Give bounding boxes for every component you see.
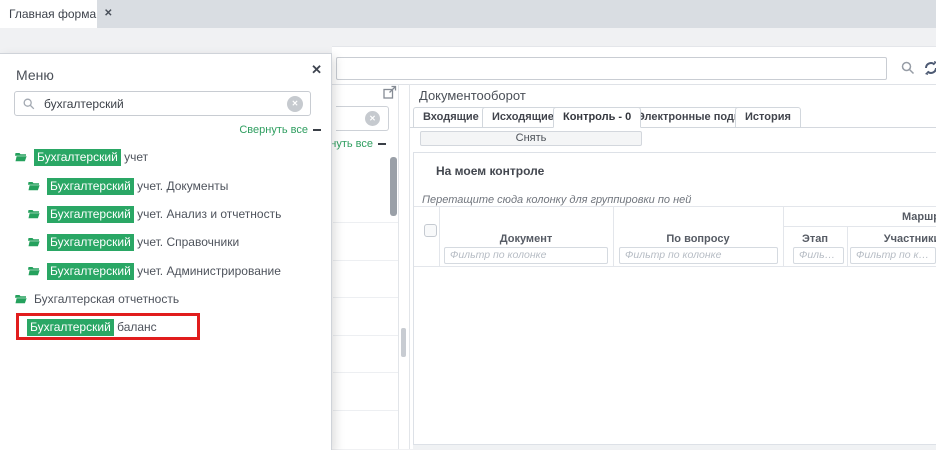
search-match-highlight: Бухгалтерский bbox=[34, 149, 121, 166]
folder-icon bbox=[28, 181, 40, 191]
menu-popup-title: Меню bbox=[16, 67, 54, 83]
list-row-divider bbox=[333, 410, 398, 411]
filter-placeholder: Фильтр по колонке bbox=[625, 249, 772, 262]
menu-item-label: учет. Администрирование bbox=[137, 264, 281, 278]
column-header-etap[interactable]: Этап bbox=[783, 233, 847, 245]
tab-istoriya[interactable]: История bbox=[735, 107, 801, 128]
gutter-scrollbar-thumb[interactable] bbox=[401, 328, 406, 357]
filter-input-po-voprosu[interactable]: Фильтр по колонке bbox=[619, 247, 778, 264]
expand-panel-icon[interactable] bbox=[383, 85, 397, 99]
tab-kontrol[interactable]: Контроль - 0 bbox=[553, 107, 641, 128]
remove-control-button[interactable]: Снять bbox=[420, 131, 642, 146]
collapse-minus-icon bbox=[378, 143, 386, 145]
select-all-checkbox[interactable] bbox=[424, 224, 437, 237]
search-icon[interactable] bbox=[900, 60, 916, 76]
collapse-minus-icon bbox=[313, 129, 321, 131]
filter-placeholder: Фильтр по колонке bbox=[856, 249, 930, 262]
search-match-highlight: Бухгалтерский bbox=[47, 263, 134, 280]
window-tab-bar: Главная форма ✕ bbox=[0, 0, 936, 28]
tab-glavnaya-forma[interactable]: Главная форма ✕ bbox=[0, 0, 97, 28]
left-panel-right-border bbox=[398, 84, 399, 449]
folder-icon bbox=[28, 266, 40, 276]
search-match-highlight: Бухгалтерский bbox=[47, 234, 134, 251]
menu-item-label: учет bbox=[124, 150, 148, 164]
bottom-edge bbox=[413, 445, 936, 449]
menu-item-label: Бухгалтерская отчетность bbox=[34, 292, 179, 306]
search-match-highlight: Бухгалтерский bbox=[47, 206, 134, 223]
left-panel-search-clear-icon[interactable]: ✕ bbox=[365, 111, 380, 126]
collapse-all-label: Свернуть все bbox=[239, 124, 308, 136]
menu-item-buhgalterskiy-balans[interactable]: Бухгалтерский баланс bbox=[16, 313, 200, 340]
control-content-panel: На моем контроле Перетащите сюда колонку… bbox=[413, 152, 936, 445]
menu-search-input[interactable]: бухгалтерский ✕ bbox=[14, 91, 311, 116]
filter-placeholder: Фильтр по колонке bbox=[450, 249, 602, 262]
tab-label: Главная форма bbox=[9, 7, 96, 21]
section-title: На моем контроле bbox=[436, 164, 544, 178]
filter-input-dokument[interactable]: Фильтр по колонке bbox=[444, 247, 608, 264]
menu-item-label: учет. Справочники bbox=[137, 235, 239, 249]
menu-item-buh-uchet[interactable]: Бухгалтерский учет bbox=[15, 148, 148, 166]
list-row-divider bbox=[333, 260, 398, 261]
list-row-divider bbox=[333, 372, 398, 373]
menu-item-buh-uchet-analiz[interactable]: Бухгалтерский учет. Анализ и отчетность bbox=[28, 205, 281, 223]
column-header-po-voprosu[interactable]: По вопросу bbox=[613, 233, 783, 245]
menu-item-buh-uchet-spravochniki[interactable]: Бухгалтерский учет. Справочники bbox=[28, 233, 239, 251]
folder-icon bbox=[28, 209, 40, 219]
folder-icon bbox=[15, 294, 27, 304]
group-header-marshrut[interactable]: Маршрут bbox=[902, 211, 936, 223]
menu-item-buh-otchetnost[interactable]: Бухгалтерская отчетность bbox=[15, 290, 179, 308]
menu-search-clear-icon[interactable]: ✕ bbox=[287, 96, 303, 112]
left-panel-search-input[interactable] bbox=[336, 106, 389, 131]
folder-icon bbox=[28, 237, 40, 247]
menu-popup: Меню ✕ бухгалтерский ✕ Свернуть все Бухг… bbox=[0, 53, 332, 450]
tab-close-icon[interactable]: ✕ bbox=[104, 9, 112, 19]
menu-collapse-all-link[interactable]: Свернуть все bbox=[239, 124, 321, 136]
menu-item-label: учет. Анализ и отчетность bbox=[137, 207, 281, 221]
doc-panel-left-border bbox=[409, 84, 410, 449]
header-bottom-border bbox=[414, 266, 936, 267]
menu-item-buh-uchet-administrirovanie[interactable]: Бухгалтерский учет. Администрирование bbox=[28, 262, 281, 280]
doc-panel-title: Документооборот bbox=[419, 88, 526, 103]
close-icon[interactable]: ✕ bbox=[311, 62, 322, 78]
column-header-uchastniki[interactable]: Участники bbox=[847, 233, 936, 245]
menu-item-label: учет. Документы bbox=[137, 179, 228, 193]
list-row-divider bbox=[333, 335, 398, 336]
search-icon bbox=[22, 97, 36, 111]
menu-item-label: баланс bbox=[117, 320, 157, 334]
sync-settings-icon[interactable] bbox=[922, 59, 936, 77]
table-top-border bbox=[414, 206, 936, 207]
filter-input-uchastniki[interactable]: Фильтр по колонке bbox=[850, 247, 936, 264]
filter-input-etap[interactable]: Фильтр по колонке bbox=[793, 247, 844, 264]
menu-search-value: бухгалтерский bbox=[44, 97, 279, 111]
list-row-divider bbox=[333, 297, 398, 298]
group-header-border bbox=[783, 226, 936, 227]
folder-icon bbox=[15, 152, 27, 162]
list-row-divider bbox=[333, 222, 398, 223]
global-search-input[interactable] bbox=[336, 57, 887, 80]
filter-placeholder: Фильтр по колонке bbox=[799, 249, 838, 262]
column-header-dokument[interactable]: Документ bbox=[439, 233, 613, 245]
panels-top-border bbox=[332, 84, 936, 85]
group-by-hint: Перетащите сюда колонку для группировки … bbox=[422, 194, 691, 206]
left-panel-scrollbar-thumb[interactable] bbox=[390, 157, 397, 216]
search-match-highlight: Бухгалтерский bbox=[27, 319, 114, 336]
column-divider bbox=[847, 226, 848, 266]
menu-item-buh-uchet-dokumenty[interactable]: Бухгалтерский учет. Документы bbox=[28, 177, 228, 195]
search-match-highlight: Бухгалтерский bbox=[47, 178, 134, 195]
